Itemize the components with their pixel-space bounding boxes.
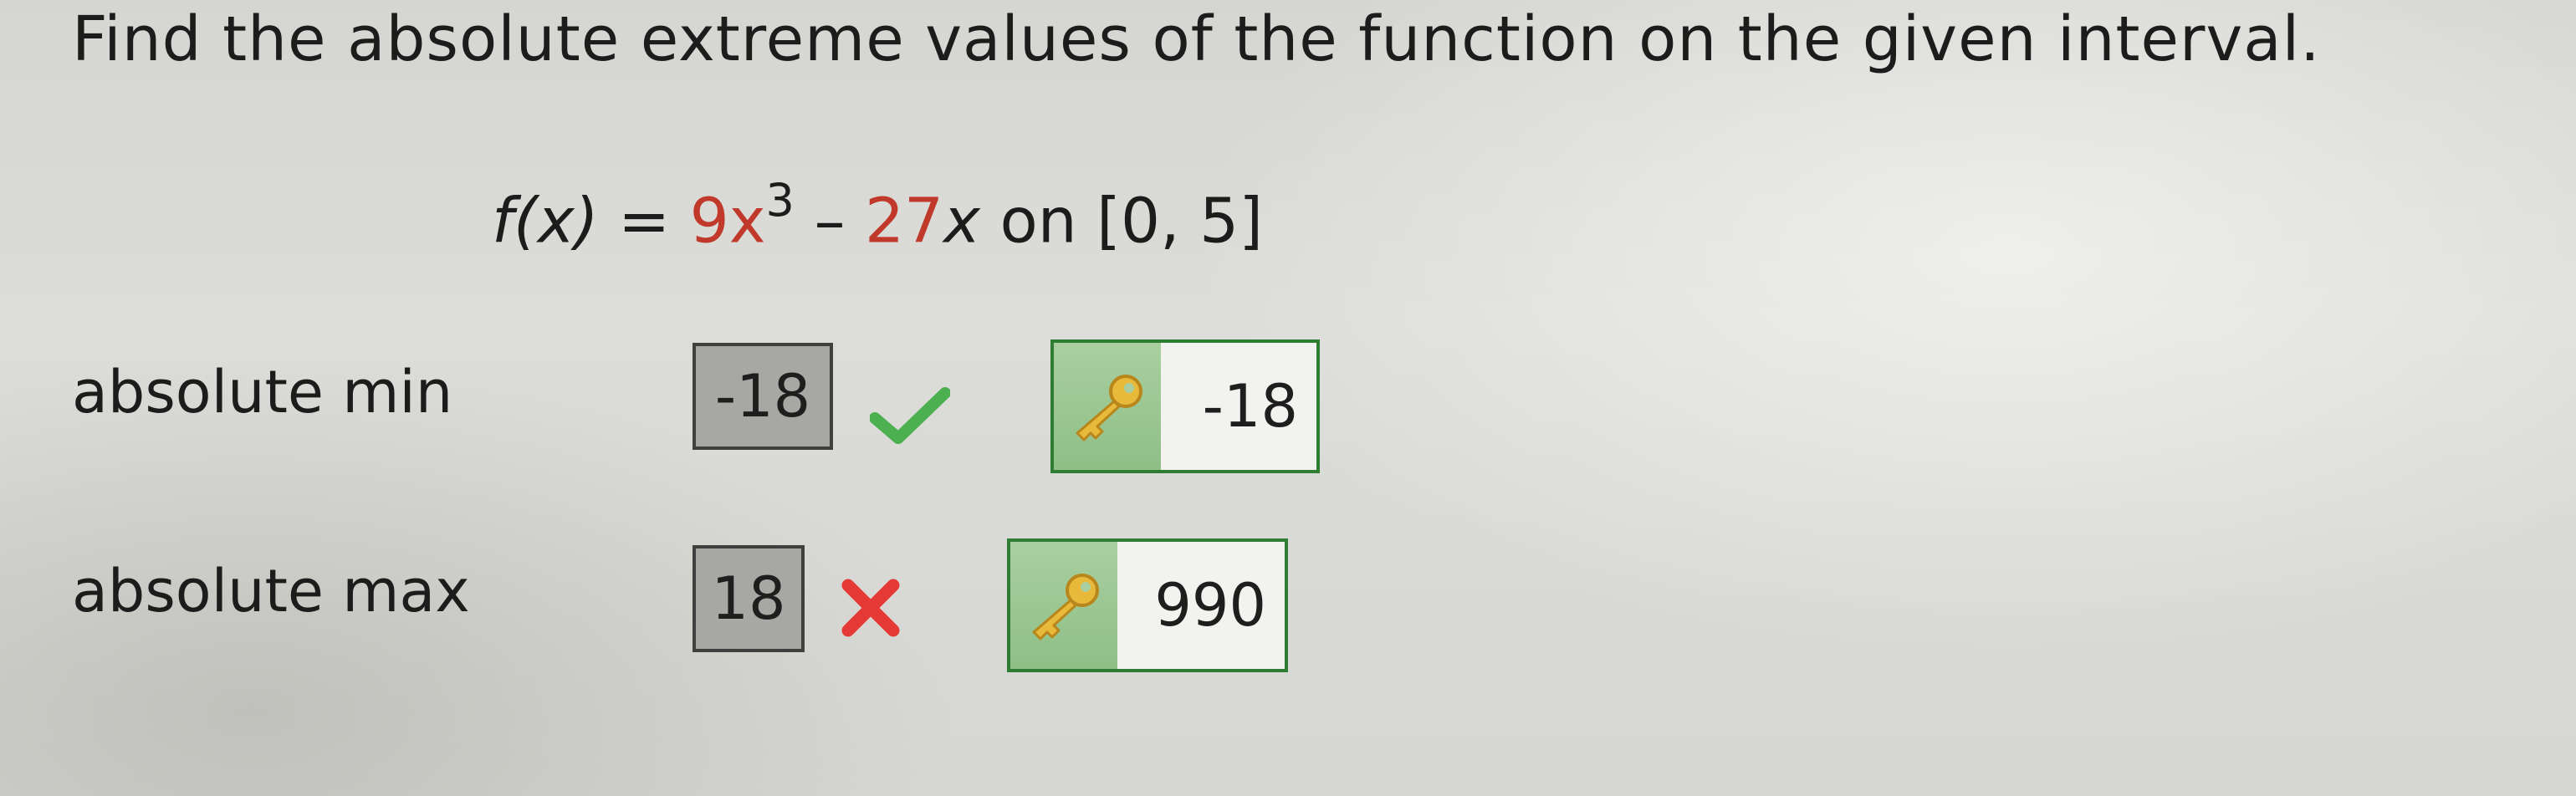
linear-term: 27x: [864, 185, 980, 258]
absolute-max-answer-field[interactable]: 18: [693, 545, 805, 652]
checkmark-icon: [869, 386, 951, 448]
key-icon: [1076, 375, 1142, 441]
key-cell: [1054, 343, 1161, 470]
absolute-max-answer-key: 990: [1007, 538, 1288, 672]
key-answer-value: -18: [1202, 372, 1298, 441]
question-text: Find the absolute extreme values of the …: [72, 3, 2321, 75]
exponent: 3: [765, 174, 795, 227]
minus-sign: –: [814, 185, 846, 258]
function-lhs: f(x): [492, 185, 599, 258]
absolute-min-answer-key: -18: [1050, 339, 1320, 473]
cross-icon: [840, 577, 902, 642]
absolute-min-label: absolute min: [72, 358, 453, 426]
absolute-max-label: absolute max: [72, 557, 470, 625]
key-icon: [1032, 574, 1099, 640]
equals-sign: =: [618, 185, 671, 258]
interval: on [0, 5]: [999, 185, 1264, 258]
absolute-min-answer-field[interactable]: -18: [693, 343, 833, 450]
key-cell: [1010, 542, 1117, 669]
function-expression: f(x) = 9x3 – 27x on [0, 5]: [492, 174, 1264, 258]
cubic-term: 9x: [689, 185, 766, 258]
key-answer-value: 990: [1154, 571, 1266, 640]
